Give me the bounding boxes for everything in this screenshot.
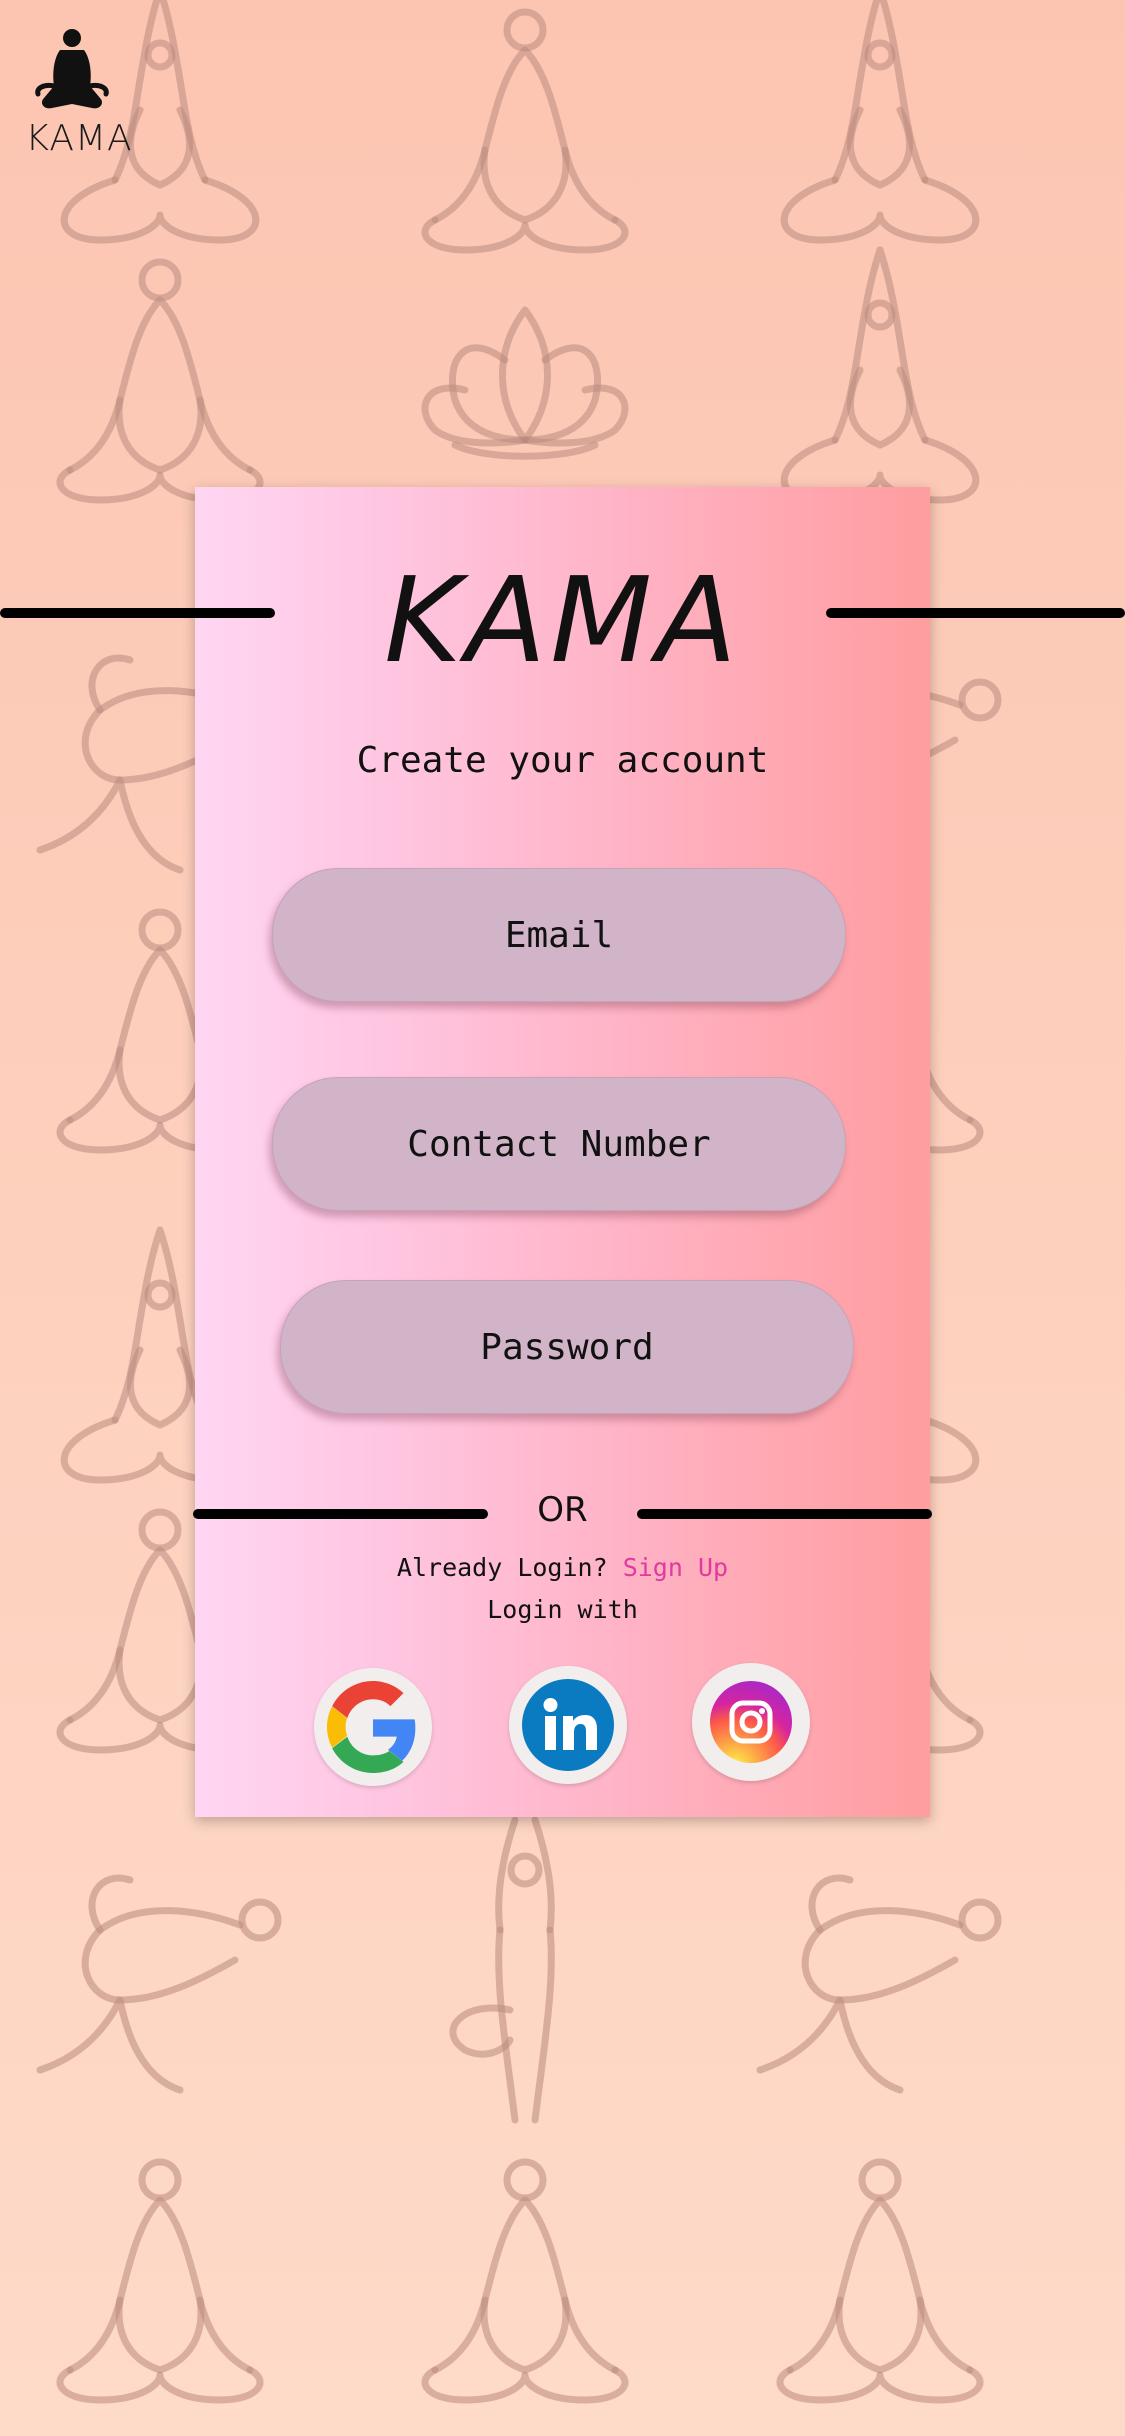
title-divider-left — [0, 608, 275, 618]
google-icon — [327, 1681, 416, 1773]
logo-text: KAMA — [25, 118, 133, 159]
meditation-logo-icon — [35, 29, 109, 109]
google-login-button[interactable] — [314, 1668, 432, 1786]
email-field[interactable] — [272, 868, 846, 1002]
instagram-icon — [710, 1681, 792, 1763]
page-subtitle: Create your account — [356, 740, 769, 781]
already-login-text: Already Login? Sign Up — [195, 1553, 930, 1582]
or-label: OR — [537, 1490, 588, 1530]
linkedin-login-button[interactable] — [509, 1666, 627, 1784]
or-divider-right — [637, 1509, 932, 1519]
linkedin-icon — [522, 1679, 614, 1771]
title-divider-right — [826, 608, 1125, 618]
sign-up-link[interactable]: Sign Up — [623, 1553, 728, 1582]
already-login-label: Already Login? — [396, 1553, 608, 1582]
brand-title: KAMA — [384, 551, 741, 689]
login-with-label: Login with — [487, 1595, 638, 1624]
password-field[interactable] — [280, 1280, 854, 1414]
app-logo: KAMA — [14, 28, 144, 159]
contact-number-field[interactable] — [272, 1077, 846, 1211]
or-divider-left — [193, 1509, 488, 1519]
instagram-login-button[interactable] — [692, 1663, 810, 1781]
